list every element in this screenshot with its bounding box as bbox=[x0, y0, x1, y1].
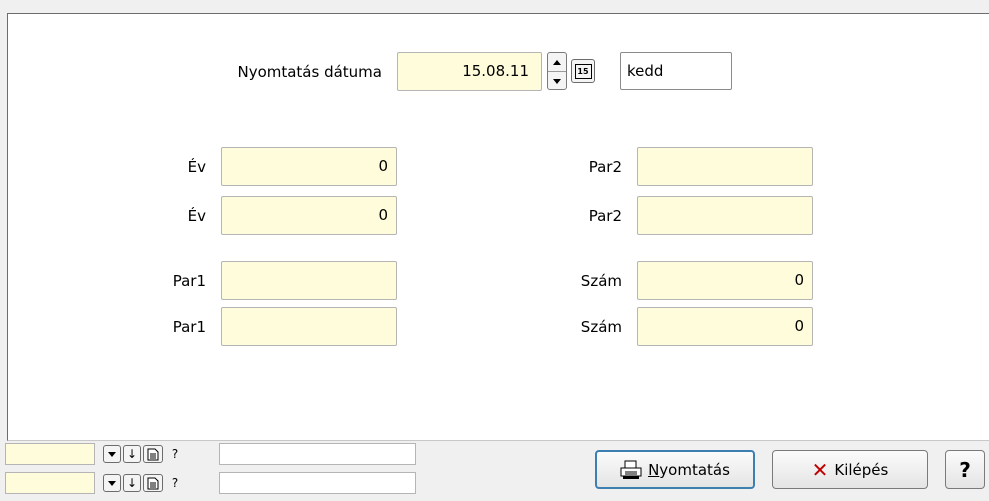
nav-doc-button-1[interactable] bbox=[143, 445, 163, 463]
par1-field-2[interactable] bbox=[221, 307, 397, 346]
ev-field-1[interactable]: 0 bbox=[221, 147, 397, 186]
document-icon bbox=[147, 448, 159, 460]
szam-field-2[interactable]: 0 bbox=[637, 307, 813, 346]
chevron-down-icon bbox=[108, 480, 116, 486]
nav-name-field-1[interactable] bbox=[219, 443, 416, 465]
par2-field-1[interactable] bbox=[637, 147, 813, 186]
print-date-field[interactable]: 15.08.11 bbox=[397, 52, 542, 91]
print-button[interactable]: Nyomtatás bbox=[595, 450, 755, 489]
weekday-field[interactable]: kedd bbox=[620, 52, 732, 90]
document-icon bbox=[147, 477, 159, 489]
right-label-2: Par2 bbox=[588, 207, 622, 225]
nav-dropdown-button-1[interactable] bbox=[103, 445, 121, 463]
left-label-4: Par1 bbox=[172, 318, 206, 336]
spin-up-icon[interactable] bbox=[548, 53, 566, 72]
left-label-2: Év bbox=[187, 207, 206, 225]
question-icon: ? bbox=[171, 476, 179, 490]
right-label-4: Szám bbox=[580, 318, 622, 336]
left-label-3: Par1 bbox=[172, 272, 206, 290]
par2-field-2[interactable] bbox=[637, 196, 813, 235]
help-icon: ? bbox=[959, 457, 971, 482]
spin-down-icon[interactable] bbox=[548, 72, 566, 90]
printer-icon bbox=[620, 460, 642, 479]
print-date-label: Nyomtatás dátuma bbox=[237, 63, 382, 81]
nav-dropdown-button-2[interactable] bbox=[103, 474, 121, 492]
exit-button[interactable]: ✕ Kilépés bbox=[772, 450, 928, 489]
left-label-1: Év bbox=[187, 158, 206, 176]
calendar-button[interactable]: 15 bbox=[571, 59, 595, 83]
help-button[interactable]: ? bbox=[945, 450, 985, 489]
arrow-down-icon: ↓ bbox=[126, 447, 138, 461]
szam-field-1[interactable]: 0 bbox=[637, 261, 813, 300]
close-icon: ✕ bbox=[811, 457, 829, 482]
chevron-down-icon bbox=[108, 451, 116, 457]
nav-arrow-button-2[interactable]: ↓ bbox=[123, 474, 141, 492]
calendar-icon: 15 bbox=[574, 63, 592, 79]
nav-code-field-1[interactable] bbox=[5, 443, 95, 465]
ev-field-2[interactable]: 0 bbox=[221, 196, 397, 235]
arrow-down-icon: ↓ bbox=[126, 476, 138, 490]
date-spinner[interactable] bbox=[547, 52, 567, 90]
right-label-1: Par2 bbox=[588, 158, 622, 176]
nav-help-button-2[interactable]: ? bbox=[166, 474, 184, 492]
nav-doc-button-2[interactable] bbox=[143, 474, 163, 492]
nav-arrow-button-1[interactable]: ↓ bbox=[123, 445, 141, 463]
right-label-3: Szám bbox=[580, 272, 622, 290]
par1-field-1[interactable] bbox=[221, 261, 397, 300]
question-icon: ? bbox=[171, 447, 179, 461]
nav-code-field-2[interactable] bbox=[5, 472, 95, 494]
nav-help-button-1[interactable]: ? bbox=[166, 445, 184, 463]
nav-name-field-2[interactable] bbox=[219, 472, 416, 494]
exit-button-label: Kilépés bbox=[834, 460, 889, 479]
print-button-label: Nyomtatás bbox=[648, 460, 730, 479]
